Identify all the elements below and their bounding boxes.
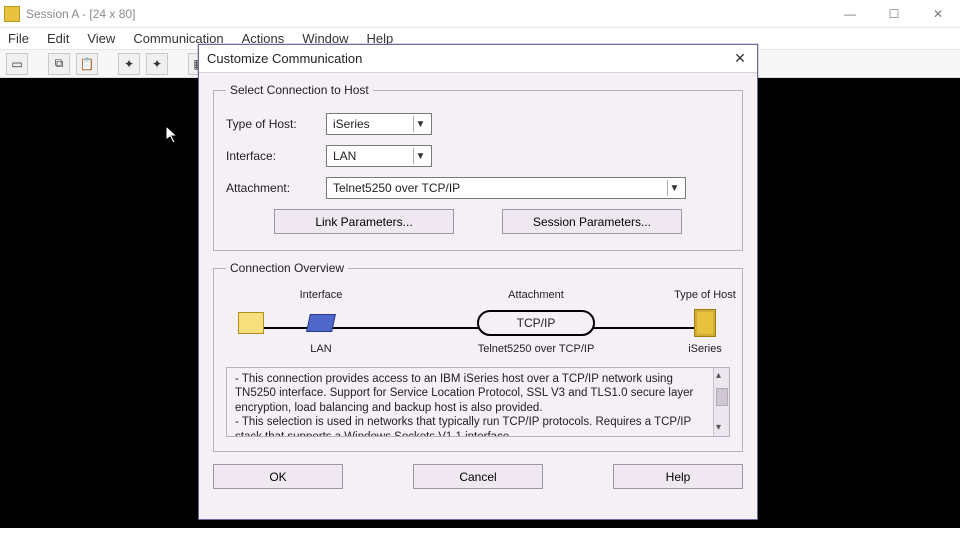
chevron-down-icon: ▼ <box>413 148 427 164</box>
select-connection-group: Select Connection to Host Type of Host: … <box>213 83 743 251</box>
host-icon <box>694 309 716 337</box>
diagram-telnet-value: Telnet5250 over TCP/IP <box>456 343 616 355</box>
diagram-host-label: Type of Host <box>650 289 760 303</box>
window-maximize-button[interactable]: ☐ <box>872 0 916 28</box>
copy-icon[interactable]: ⧉ <box>48 53 70 75</box>
menu-file[interactable]: File <box>8 31 29 46</box>
net1-icon[interactable]: ✦ <box>118 53 140 75</box>
menu-view[interactable]: View <box>87 31 115 46</box>
net2-icon[interactable]: ✦ <box>146 53 168 75</box>
connection-overview-group: Connection Overview Interface LAN Attach… <box>213 261 743 452</box>
paste-icon[interactable]: 📋 <box>76 53 98 75</box>
diagram-interface-label: Interface <box>266 289 376 303</box>
type-of-host-select[interactable]: iSeries ▼ <box>326 113 432 135</box>
menu-edit[interactable]: Edit <box>47 31 69 46</box>
window-titlebar: Session A - [24 x 80] — ☐ ✕ <box>0 0 960 28</box>
link-parameters-button[interactable]: Link Parameters... <box>274 209 454 234</box>
diagram-lan-value: LAN <box>266 343 376 355</box>
desc-line-2: - This selection is used in networks tha… <box>235 415 709 437</box>
connection-diagram: Interface LAN Attachment TCP/IP Telnet52… <box>226 289 730 367</box>
interface-value: LAN <box>333 149 356 163</box>
cancel-button[interactable]: Cancel <box>413 464 543 489</box>
window-title: Session A - [24 x 80] <box>26 7 135 21</box>
chevron-down-icon: ▼ <box>413 116 427 132</box>
type-of-host-label: Type of Host: <box>226 117 326 131</box>
session-parameters-button[interactable]: Session Parameters... <box>502 209 682 234</box>
diagram-attachment-label: Attachment <box>456 289 616 303</box>
dialog-title: Customize Communication <box>207 51 362 66</box>
diagram-iseries-value: iSeries <box>650 343 760 355</box>
connection-overview-legend: Connection Overview <box>226 261 348 275</box>
dialog-titlebar: Customize Communication ✕ <box>199 45 757 73</box>
dialog-close-button[interactable]: ✕ <box>731 50 749 68</box>
screen-icon[interactable]: ▭ <box>6 53 28 75</box>
attachment-label: Attachment: <box>226 181 326 195</box>
chevron-down-icon: ▼ <box>667 180 681 196</box>
app-icon <box>4 6 20 22</box>
help-button[interactable]: Help <box>613 464 743 489</box>
pc-icon <box>238 312 264 334</box>
interface-select[interactable]: LAN ▼ <box>326 145 432 167</box>
attachment-select[interactable]: Telnet5250 over TCP/IP ▼ <box>326 177 686 199</box>
select-connection-legend: Select Connection to Host <box>226 83 373 97</box>
tcpip-node: TCP/IP <box>477 310 595 336</box>
type-of-host-value: iSeries <box>333 117 370 131</box>
desc-line-1: - This connection provides access to an … <box>235 372 709 415</box>
attachment-value: Telnet5250 over TCP/IP <box>333 181 460 195</box>
connection-description: - This connection provides access to an … <box>226 367 730 437</box>
lan-icon <box>306 314 336 332</box>
window-minimize-button[interactable]: — <box>828 0 872 28</box>
description-scrollbar[interactable] <box>713 368 729 436</box>
customize-communication-dialog: Customize Communication ✕ Select Connect… <box>198 44 758 520</box>
ok-button[interactable]: OK <box>213 464 343 489</box>
window-close-button[interactable]: ✕ <box>916 0 960 28</box>
interface-label: Interface: <box>226 149 326 163</box>
